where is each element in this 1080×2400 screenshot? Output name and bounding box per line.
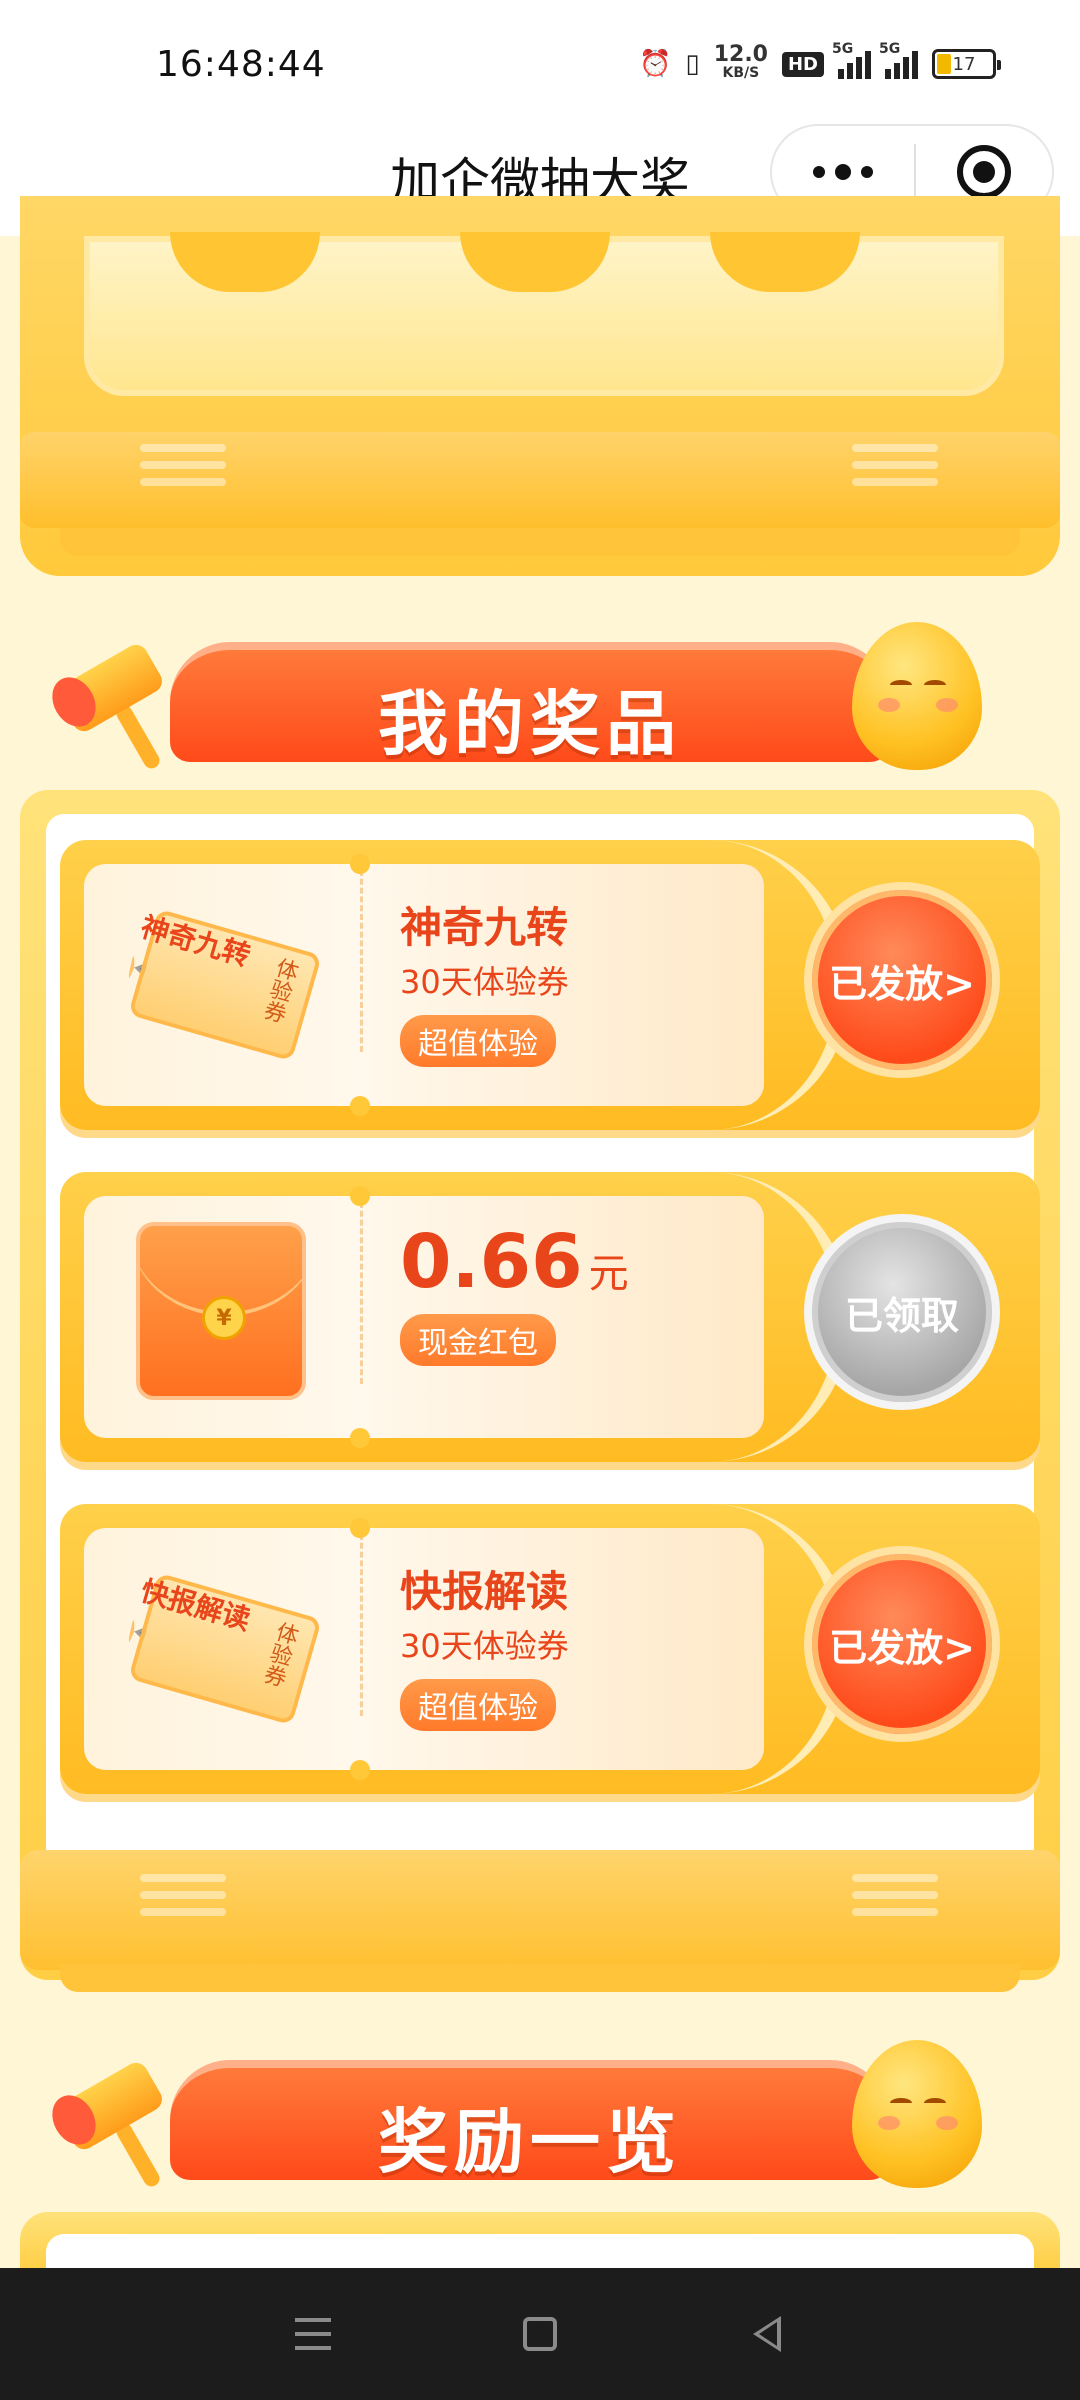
more-icon[interactable] <box>772 164 914 180</box>
back-button[interactable] <box>737 2304 797 2364</box>
back-icon <box>752 2316 781 2352</box>
prize-tag: 现金红包 <box>400 1314 556 1366</box>
net-speed-unit: KB/S <box>722 65 760 81</box>
coupon-icon: 神奇九转 体验券 <box>120 890 322 1070</box>
home-button[interactable] <box>510 2304 570 2364</box>
net-speed-value: 12.0 <box>713 42 768 67</box>
prize-card: 快报解读 体验券 快报解读 30天体验券 超值体验 已发放> <box>60 1504 1040 1794</box>
signal-icon-2: 5G <box>879 41 918 79</box>
battery-icon: 17 <box>932 49 1001 79</box>
rewards-title: 奖励一览 <box>378 2101 682 2183</box>
net-speed: 12.0 KB/S <box>713 42 768 82</box>
prize-subtitle: 30天体验券 <box>400 963 569 1001</box>
hammer-icon <box>43 2058 180 2190</box>
coupon-icon: 快报解读 体验券 <box>120 1554 322 1734</box>
egg-mascot-icon <box>852 2040 982 2188</box>
target-icon <box>957 145 1011 199</box>
system-nav-bar <box>0 2268 1080 2400</box>
home-icon <box>522 2317 557 2351</box>
alarm-icon: ⏰ <box>639 49 672 79</box>
status-time: 16:48:44 <box>156 44 326 85</box>
battery-level: 17 <box>952 53 976 75</box>
prize-subtitle: 30天体验券 <box>400 1627 569 1665</box>
status-icons: ⏰ ▯ 12.0 KB/S HD 5G 5G 17 <box>639 41 1001 86</box>
machine-window <box>84 232 1004 396</box>
hd-icon: HD <box>781 51 824 77</box>
sim1-label: 5G <box>832 41 854 57</box>
prize-name: 快报解读 <box>400 1567 569 1616</box>
prize-name: 神奇九转 <box>400 903 569 952</box>
menu-icon[interactable] <box>283 2304 343 2364</box>
prize-tag: 超值体验 <box>400 1679 556 1731</box>
vibrate-icon: ▯ <box>685 49 700 79</box>
prizes-title: 我的奖品 <box>378 683 682 765</box>
issued-button[interactable]: 已发放> <box>804 882 1000 1078</box>
rewards-panel <box>20 2212 1060 2274</box>
prize-card: 神奇九转 体验券 神奇九转 30天体验券 超值体验 已发放> <box>60 840 1040 1130</box>
status-bar: 16:48:44 ⏰ ▯ 12.0 KB/S HD 5G 5G 17 <box>0 0 1080 120</box>
hammer-icon <box>43 640 180 772</box>
cash-unit: 元 <box>588 1251 629 1297</box>
yuan-coin-icon: ¥ <box>202 1296 246 1340</box>
prizes-panel: 神奇九转 体验券 神奇九转 30天体验券 超值体验 已发放> ¥ 0.66 元 现… <box>20 790 1060 1992</box>
machine-band <box>20 432 1060 528</box>
rewards-ribbon: 奖励一览 <box>170 2060 890 2183</box>
signal-icon-1: 5G <box>832 41 871 79</box>
rewards-banner: 奖励一览 <box>0 2030 1080 2200</box>
claimed-button[interactable]: 已领取 <box>804 1214 1000 1410</box>
prize-card: ¥ 0.66 元 现金红包 已领取 <box>60 1172 1040 1462</box>
red-packet-icon: ¥ <box>136 1222 306 1400</box>
issued-button[interactable]: 已发放> <box>804 1546 1000 1742</box>
egg-mascot-icon <box>852 622 982 770</box>
cash-amount: 0.66 <box>400 1219 583 1305</box>
lottery-machine-bottom <box>20 196 1060 576</box>
prizes-banner: 我的奖品 <box>0 612 1080 782</box>
sim2-label: 5G <box>879 41 901 57</box>
prizes-ribbon: 我的奖品 <box>170 642 890 765</box>
close-mini-program-button[interactable] <box>916 145 1052 199</box>
prize-tag: 超值体验 <box>400 1015 556 1067</box>
